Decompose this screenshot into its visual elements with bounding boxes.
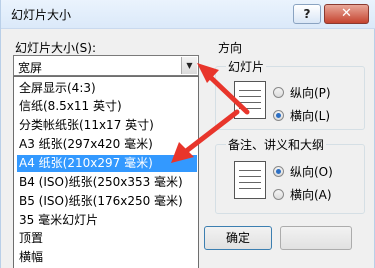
annotation-arrows bbox=[171, 63, 250, 163]
slide-size-dialog: 幻灯片大小 ? ✕ 幻灯片大小(S): 宽屏 ▼ 全屏显示(4:3) 信纸(8.… bbox=[0, 0, 375, 268]
arrow-to-dropdown-icon bbox=[197, 63, 250, 115]
arrow-to-a4-option-icon bbox=[171, 109, 240, 163]
